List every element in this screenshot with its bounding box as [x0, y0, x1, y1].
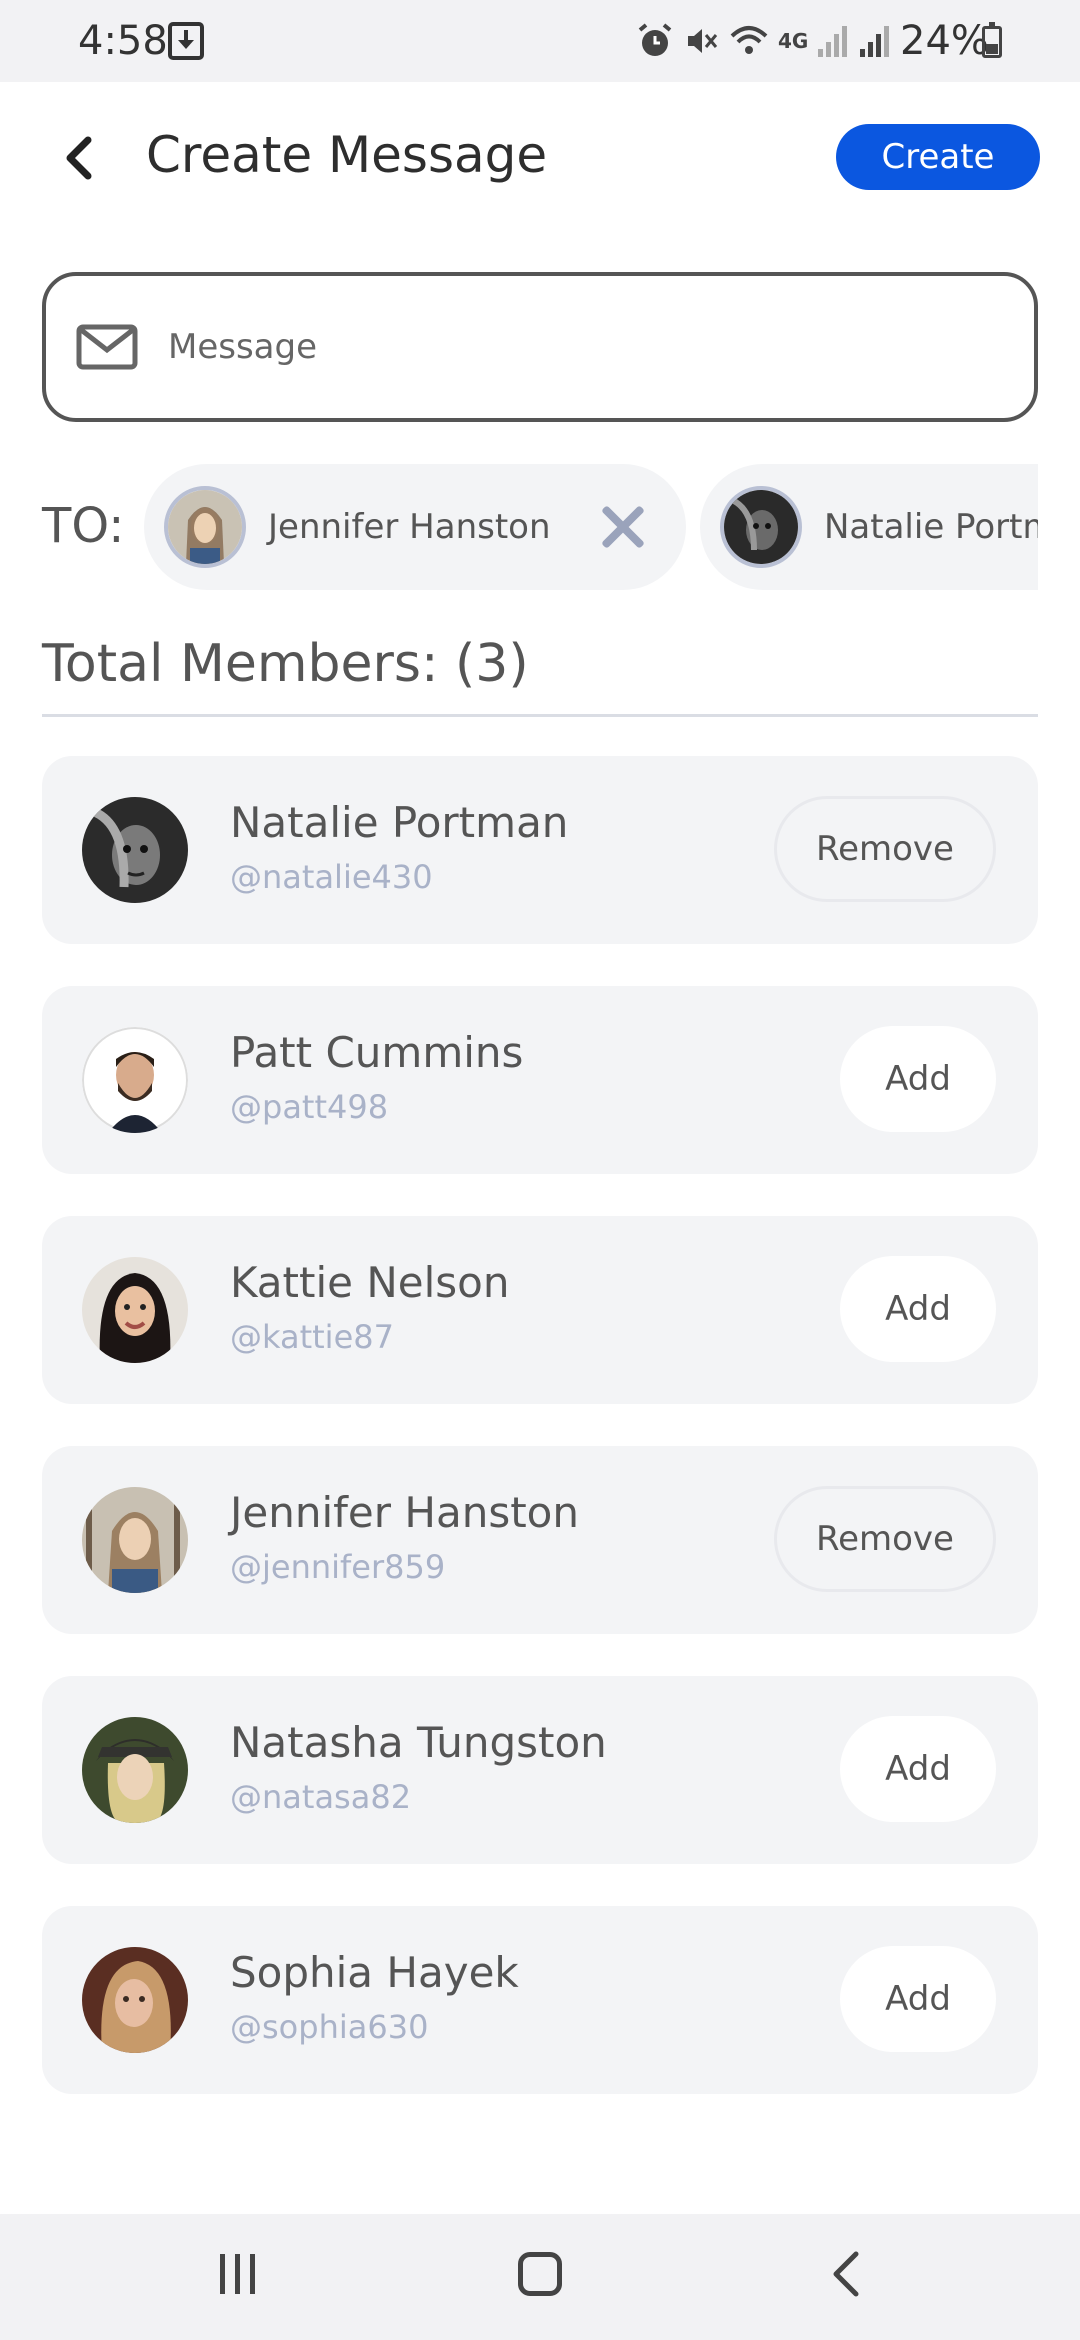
chevron-left-icon [66, 136, 92, 180]
member-handle: @natalie430 [230, 858, 433, 896]
recipient-chip[interactable]: Natalie Portman [700, 464, 1038, 590]
member-card: Sophia Hayek @sophia630 Add [42, 1906, 1038, 2094]
avatar [82, 1717, 188, 1823]
wifi-icon [730, 26, 768, 54]
status-bar: 4:58 4G 24% [0, 0, 1080, 82]
avatar [82, 797, 188, 903]
member-name: Sophia Hayek [230, 1948, 519, 1997]
member-handle: @patt498 [230, 1088, 389, 1126]
signal-icon [860, 26, 890, 57]
member-card: Patt Cummins @patt498 Add [42, 986, 1038, 1174]
avatar [82, 1027, 188, 1133]
chip-name: Jennifer Hanston [268, 507, 551, 547]
member-handle: @jennifer859 [230, 1548, 446, 1586]
divider [42, 714, 1038, 717]
home-icon[interactable] [518, 2252, 562, 2296]
download-icon [168, 22, 204, 60]
remove-button[interactable]: Remove [774, 796, 996, 902]
member-handle: @sophia630 [230, 2008, 429, 2046]
recents-icon[interactable] [218, 2254, 258, 2294]
member-name: Natasha Tungston [230, 1718, 607, 1767]
add-button[interactable]: Add [840, 1026, 996, 1132]
signal-icon [818, 26, 848, 57]
avatar [164, 486, 246, 568]
back-nav-icon[interactable] [826, 2248, 866, 2300]
system-nav-bar [0, 2214, 1080, 2340]
member-name: Kattie Nelson [230, 1258, 510, 1307]
avatar [82, 1947, 188, 2053]
mute-icon [688, 29, 718, 53]
battery-percent: 24% [900, 18, 989, 64]
close-icon[interactable] [599, 504, 645, 550]
member-card: Natalie Portman @natalie430 Remove [42, 756, 1038, 944]
add-button[interactable]: Add [840, 1946, 996, 2052]
add-button[interactable]: Add [840, 1256, 996, 1362]
member-name: Jennifer Hanston [230, 1488, 579, 1537]
back-button[interactable] [52, 128, 104, 188]
member-card: Natasha Tungston @natasa82 Add [42, 1676, 1038, 1864]
message-field[interactable] [42, 272, 1038, 422]
recipient-chips[interactable]: Jennifer Hanston Natalie Portman [144, 464, 1038, 590]
to-label: TO: [42, 498, 125, 554]
recipient-chip[interactable]: Jennifer Hanston [144, 464, 686, 590]
member-handle: @kattie87 [230, 1318, 394, 1356]
member-card: Jennifer Hanston @jennifer859 Remove [42, 1446, 1038, 1634]
avatar [720, 486, 802, 568]
status-icons: 4G [636, 18, 892, 64]
remove-button[interactable]: Remove [774, 1486, 996, 1592]
alarm-icon [638, 23, 672, 56]
member-card: Kattie Nelson @kattie87 Add [42, 1216, 1038, 1404]
create-button[interactable]: Create [836, 124, 1040, 190]
status-time: 4:58 [78, 18, 168, 64]
avatar [82, 1257, 188, 1363]
chip-name: Natalie Portman [824, 507, 1038, 547]
page-title: Create Message [146, 126, 548, 184]
avatar [82, 1487, 188, 1593]
members-heading: Total Members: (3) [42, 634, 529, 694]
mail-icon [76, 324, 138, 370]
message-input[interactable] [168, 327, 988, 367]
network-type: 4G [778, 29, 809, 53]
add-button[interactable]: Add [840, 1716, 996, 1822]
member-name: Patt Cummins [230, 1028, 524, 1077]
member-name: Natalie Portman [230, 798, 569, 847]
battery-icon [982, 22, 1002, 58]
member-handle: @natasa82 [230, 1778, 412, 1816]
